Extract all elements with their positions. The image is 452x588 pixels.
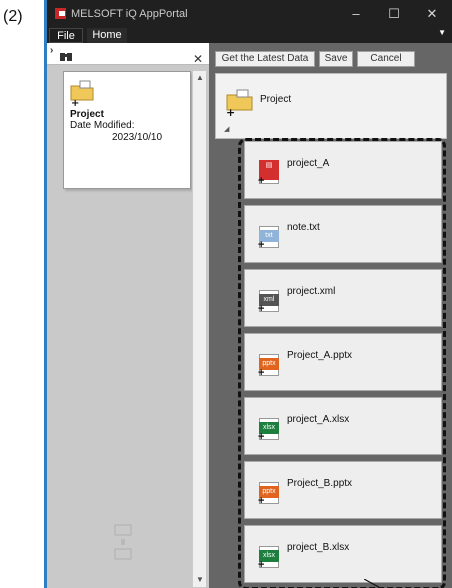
file-name: Project_A.pptx bbox=[287, 350, 353, 361]
file-name: Project_B.pptx bbox=[287, 478, 353, 489]
file-card[interactable]: pptx + Project_B.pptx bbox=[244, 461, 442, 519]
file-name: project_B.xlsx bbox=[287, 542, 350, 553]
window-title: MELSOFT iQ AppPortal bbox=[71, 8, 188, 20]
menu-bar: File Home ▼ bbox=[47, 28, 452, 43]
right-panel: Get the Latest Data Save Cancel + Projec… bbox=[209, 43, 452, 588]
project-folder-icon: + bbox=[226, 89, 253, 116]
add-marker-icon: + bbox=[258, 239, 265, 251]
card-date-label: Date Modified: bbox=[70, 120, 135, 131]
scroll-down-icon[interactable]: ▼ bbox=[193, 573, 207, 587]
project-node[interactable]: + Project ◢ bbox=[215, 73, 447, 139]
add-marker-icon: + bbox=[258, 175, 265, 187]
app-logo-icon bbox=[55, 8, 66, 19]
title-bar: MELSOFT iQ AppPortal – ☐ ✕ bbox=[47, 0, 452, 28]
file-card[interactable]: txt + note.txt bbox=[244, 205, 442, 263]
project-node-label: Project bbox=[260, 94, 292, 105]
file-name: project.xml bbox=[287, 286, 336, 297]
add-marker-icon: + bbox=[258, 495, 265, 507]
binoculars-icon[interactable] bbox=[60, 51, 72, 61]
chevron-right-icon[interactable]: › bbox=[50, 45, 53, 56]
project-folder-icon: + bbox=[70, 80, 94, 106]
expand-triangle-icon[interactable]: ◢ bbox=[224, 125, 229, 133]
menu-file[interactable]: File bbox=[49, 28, 83, 43]
svg-text:+: + bbox=[71, 98, 79, 106]
add-marker-icon: + bbox=[258, 431, 265, 443]
file-card[interactable]: ▤ + project_A bbox=[244, 141, 442, 199]
step-label: (2) bbox=[3, 8, 23, 25]
add-marker-icon: + bbox=[258, 303, 265, 315]
left-panel: › ✕ + Project Date Modified: 2023/10/10 bbox=[47, 43, 209, 588]
add-marker-icon: + bbox=[258, 367, 265, 379]
save-button[interactable]: Save bbox=[319, 51, 353, 67]
minimize-button[interactable]: – bbox=[343, 4, 369, 24]
card-date-value: 2023/10/10 bbox=[112, 132, 163, 143]
file-name: project_A.xlsx bbox=[287, 414, 350, 425]
scroll-up-icon[interactable]: ▲ bbox=[193, 71, 207, 85]
drop-target-icon bbox=[114, 524, 132, 560]
menu-home[interactable]: Home bbox=[87, 28, 127, 43]
close-search-icon[interactable]: ✕ bbox=[193, 52, 203, 66]
left-scrollbar[interactable]: ▲ ▼ bbox=[192, 71, 206, 587]
cancel-button[interactable]: Cancel bbox=[357, 51, 415, 67]
pointer-arrow-icon bbox=[364, 579, 382, 588]
file-name: project_A bbox=[287, 158, 330, 169]
file-card[interactable]: pptx + Project_A.pptx bbox=[244, 333, 442, 391]
get-latest-data-button[interactable]: Get the Latest Data bbox=[215, 51, 315, 67]
app-window: MELSOFT iQ AppPortal – ☐ ✕ File Home ▼ ›… bbox=[44, 0, 452, 588]
svg-text:+: + bbox=[226, 106, 235, 116]
close-button[interactable]: ✕ bbox=[419, 4, 445, 24]
file-card[interactable]: xlsx + project_B.xlsx bbox=[244, 525, 442, 583]
project-card[interactable]: + Project Date Modified: 2023/10/10 bbox=[63, 71, 191, 189]
file-card[interactable]: xml + project.xml bbox=[244, 269, 442, 327]
card-project-name: Project bbox=[70, 109, 104, 120]
add-marker-icon: + bbox=[258, 559, 265, 571]
file-name: note.txt bbox=[287, 222, 320, 233]
left-search-bar: › ✕ bbox=[47, 43, 209, 66]
file-card[interactable]: xlsx + project_A.xlsx bbox=[244, 397, 442, 455]
maximize-button[interactable]: ☐ bbox=[381, 4, 407, 24]
ribbon-expand-icon[interactable]: ▼ bbox=[438, 28, 446, 37]
